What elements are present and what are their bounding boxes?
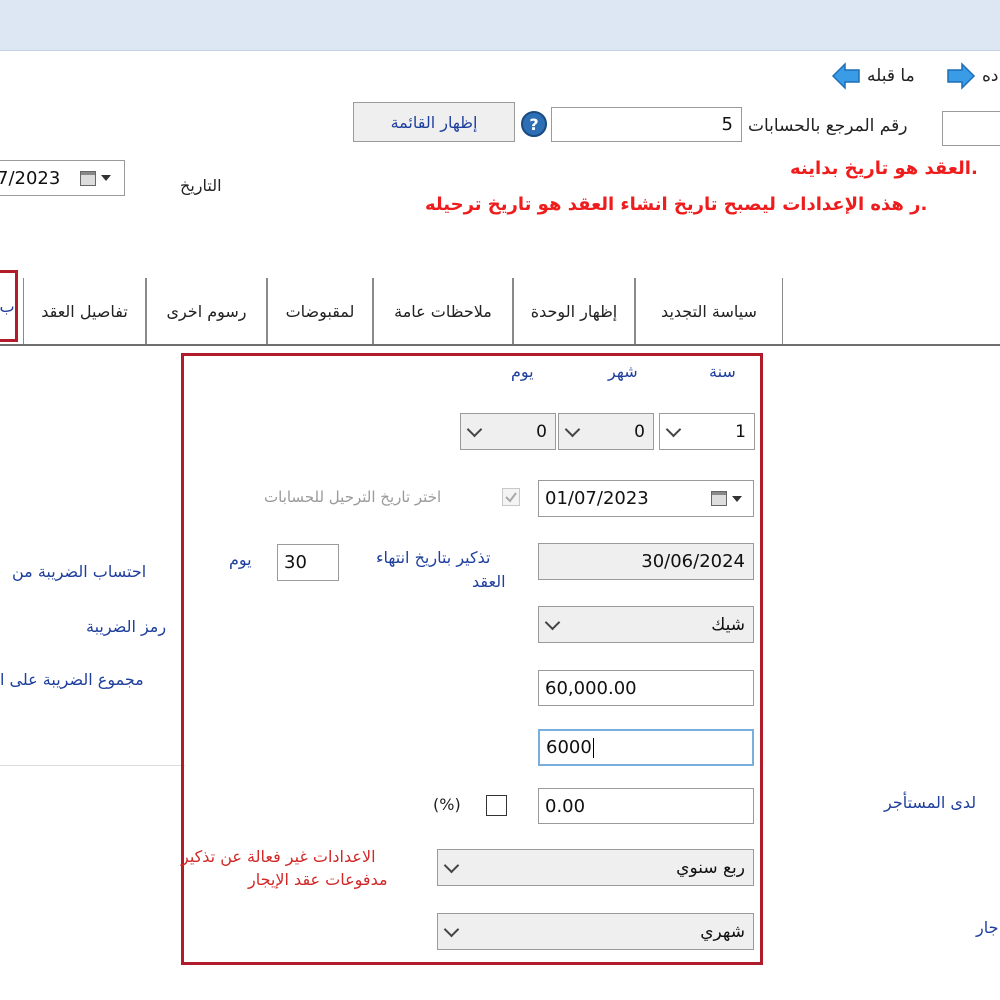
partial-right-input[interactable] — [942, 111, 1000, 146]
month-select[interactable]: 0 — [558, 413, 654, 450]
note-line-1: العقد هو تاريخ بداينه. — [790, 158, 978, 179]
reminder-label-line1: تذكير بتاريخ انتهاء — [376, 548, 491, 567]
dropdown-arrow-icon[interactable] — [731, 495, 742, 502]
next-record-label[interactable]: ده — [982, 66, 998, 86]
tab-contract-details[interactable]: تفاصيل العقد — [23, 278, 146, 344]
day-label: يوم — [511, 362, 534, 381]
post-date-checkbox[interactable] — [502, 488, 520, 506]
percent-checkbox[interactable] — [486, 795, 507, 816]
chevron-down-icon — [564, 421, 581, 437]
payment-type-select[interactable]: شيك — [538, 606, 754, 643]
tab-show-unit[interactable]: إظهار الوحدة — [513, 278, 635, 344]
end-date-field: 30/06/2024 — [538, 543, 754, 580]
post-date-checkbox-label: اختر تاريخ الترحيل للحسابات — [264, 488, 442, 506]
rent-label: جار — [976, 918, 999, 937]
tab-selected-partial[interactable]: ب — [0, 270, 18, 342]
dropdown-arrow-icon[interactable] — [101, 175, 112, 181]
amount-input-active[interactable]: 6000 — [538, 729, 754, 766]
warning-line-2: مدفوعات عقد الإيجار — [248, 870, 388, 889]
calendar-icon[interactable] — [710, 491, 727, 506]
ref-number-label: رقم المرجع بالحسابات — [748, 116, 908, 136]
tab-renewal-policy[interactable]: سياسة التجديد — [635, 278, 783, 344]
chevron-down-icon — [665, 421, 682, 437]
arrow-right-icon[interactable] — [946, 62, 976, 90]
year-label: سنة — [709, 362, 736, 381]
start-date-input[interactable]: 01/07/2023 — [538, 480, 754, 517]
frequency-select-1[interactable]: ربع سنوي — [437, 849, 754, 886]
help-icon[interactable]: ? — [520, 110, 548, 138]
date-label: التاريخ — [180, 176, 222, 195]
window-titlebar — [0, 0, 1000, 51]
chevron-down-icon — [443, 921, 460, 937]
note-line-2: ر هذه الإعدادات ليصبح تاريخ انشاء العقد … — [425, 194, 928, 215]
arrow-left-icon[interactable] — [831, 62, 861, 90]
reminder-label-line2: العقد — [472, 572, 506, 591]
tab-other-fees[interactable]: رسوم اخرى — [146, 278, 267, 344]
divider — [0, 765, 185, 766]
warning-line-1: الاعدادات غير فعالة عن تذكير — [181, 847, 376, 866]
frequency-select-2[interactable]: شهري — [437, 913, 754, 950]
svg-text:?: ? — [529, 115, 538, 134]
show-list-button[interactable]: إظهار القائمة — [353, 102, 515, 142]
reminder-days-unit: يوم — [229, 550, 252, 569]
tax-code-label: رمز الضريبة — [86, 617, 167, 636]
ref-number-input[interactable]: 5 — [551, 107, 742, 142]
year-select[interactable]: 1 — [659, 413, 755, 450]
tenant-label: لدى المستأجر — [884, 793, 977, 812]
tax-total-label: مجموع الضريبة على ا — [0, 670, 144, 689]
text-cursor — [592, 737, 594, 758]
date-input[interactable]: 7/2023 — [0, 160, 125, 196]
tab-general-notes[interactable]: ملاحظات عامة — [373, 278, 513, 344]
calendar-icon[interactable] — [80, 170, 97, 186]
percent-label: (%) — [433, 795, 461, 814]
total-amount-input[interactable]: 60,000.00 — [538, 670, 754, 706]
percent-value-input[interactable]: 0.00 — [538, 788, 754, 824]
day-select[interactable]: 0 — [460, 413, 556, 450]
tab-receipts[interactable]: لمقبوضات — [267, 278, 373, 344]
reminder-days-input[interactable]: 30 — [277, 544, 339, 581]
tax-calc-label: احتساب الضريبة من — [12, 562, 147, 581]
month-label: شهر — [608, 362, 638, 381]
chevron-down-icon — [443, 857, 460, 873]
chevron-down-icon — [544, 614, 561, 630]
chevron-down-icon — [466, 421, 483, 437]
previous-record-label[interactable]: ما قبله — [867, 66, 915, 86]
